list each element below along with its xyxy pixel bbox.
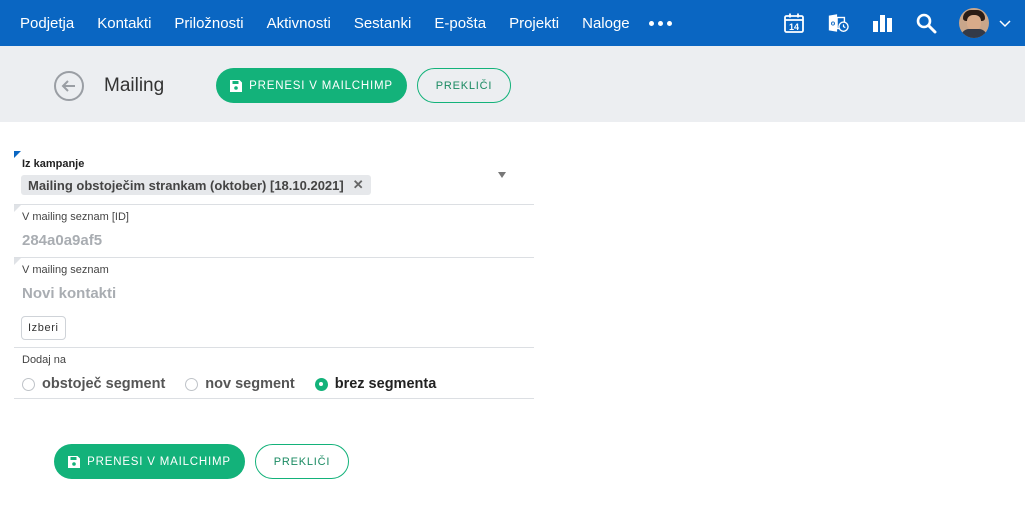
radio-circle-selected [314, 377, 328, 391]
nav-item-sestanki[interactable]: Sestanki [354, 15, 412, 32]
nav-item-priloznosti[interactable]: Priložnosti [174, 15, 243, 32]
add-to-label: Dodaj na [22, 354, 67, 366]
arrow-left-icon [61, 80, 75, 92]
more-menu-icon[interactable] [648, 0, 672, 46]
save-icon [68, 455, 81, 468]
add-to-field: Dodaj na obstoječ segment nov segment br… [14, 348, 534, 399]
chevron-down-icon[interactable] [995, 13, 1015, 33]
calendar-icon[interactable]: 14 [783, 12, 805, 34]
list-value: Novi kontakti [22, 285, 117, 302]
outlook-sync-icon[interactable]: o [827, 12, 849, 34]
campaign-value: Mailing obstoječim strankam (oktober) [1… [28, 177, 344, 193]
cancel-label: PREKLIČI [435, 79, 493, 92]
search-icon[interactable] [915, 12, 937, 34]
nav-item-projekti[interactable]: Projekti [509, 15, 559, 32]
export-mailchimp-button[interactable]: PRENESI V MAILCHIMP [216, 68, 407, 103]
top-navigation: Podjetja Kontakti Priložnosti Aktivnosti… [0, 0, 1025, 46]
reports-icon[interactable] [871, 12, 893, 34]
radio-label: brez segmenta [334, 376, 437, 392]
list-field: V mailing seznam Novi kontakti Izberi [14, 258, 534, 348]
back-button[interactable] [54, 71, 84, 101]
nav-item-naloge[interactable]: Naloge [582, 15, 630, 32]
radio-circle [185, 377, 199, 391]
radio-new-segment[interactable]: nov segment [185, 376, 295, 392]
choose-button[interactable]: Izberi [21, 316, 66, 340]
list-id-label: V mailing seznam [ID] [22, 211, 129, 223]
cancel-label: PREKLIČI [273, 455, 331, 468]
export-mailchimp-label: PRENESI V MAILCHIMP [249, 79, 393, 92]
page-title: Mailing [104, 75, 165, 96]
campaign-label: Iz kampanje [22, 158, 85, 170]
radio-circle [22, 377, 35, 391]
campaign-chip: Mailing obstoječim strankam (oktober) [1… [21, 175, 371, 195]
list-id-value: 284a0a9af5 [22, 232, 103, 249]
nav-item-podjetja[interactable]: Podjetja [20, 15, 74, 32]
cancel-button-bottom[interactable]: PREKLIČI [255, 444, 349, 479]
radio-label: nov segment [205, 376, 295, 392]
export-mailchimp-label: PRENESI V MAILCHIMP [87, 455, 231, 468]
list-id-field: V mailing seznam [ID] 284a0a9af5 [14, 205, 534, 258]
nav-item-kontakti[interactable]: Kontakti [97, 15, 151, 32]
campaign-field[interactable]: Iz kampanje Mailing obstoječim strankam … [14, 151, 534, 205]
list-label: V mailing seznam [22, 264, 109, 276]
cancel-button[interactable]: PREKLIČI [417, 68, 511, 103]
required-marker [14, 151, 21, 158]
radio-no-segment[interactable]: brez segmenta [314, 376, 437, 392]
nav-item-eposta[interactable]: E-pošta [434, 15, 486, 32]
save-icon [230, 79, 243, 92]
avatar[interactable] [959, 8, 989, 38]
remove-chip-icon[interactable]: ✕ [353, 177, 364, 193]
mailing-form: Iz kampanje Mailing obstoječim strankam … [14, 151, 534, 399]
calendar-day: 14 [789, 22, 799, 32]
svg-text:o: o [831, 19, 836, 28]
page-header: Mailing PRENESI V MAILCHIMP PREKLIČI [0, 46, 1025, 122]
radio-label: obstoječ segment [42, 376, 166, 392]
dropdown-arrow-icon[interactable] [498, 172, 506, 178]
nav-item-aktivnosti[interactable]: Aktivnosti [267, 15, 331, 32]
radio-existing-segment[interactable]: obstoječ segment [22, 376, 165, 392]
segment-radio-group: obstoječ segment nov segment brez segmen… [22, 376, 456, 392]
export-mailchimp-button-bottom[interactable]: PRENESI V MAILCHIMP [54, 444, 245, 479]
